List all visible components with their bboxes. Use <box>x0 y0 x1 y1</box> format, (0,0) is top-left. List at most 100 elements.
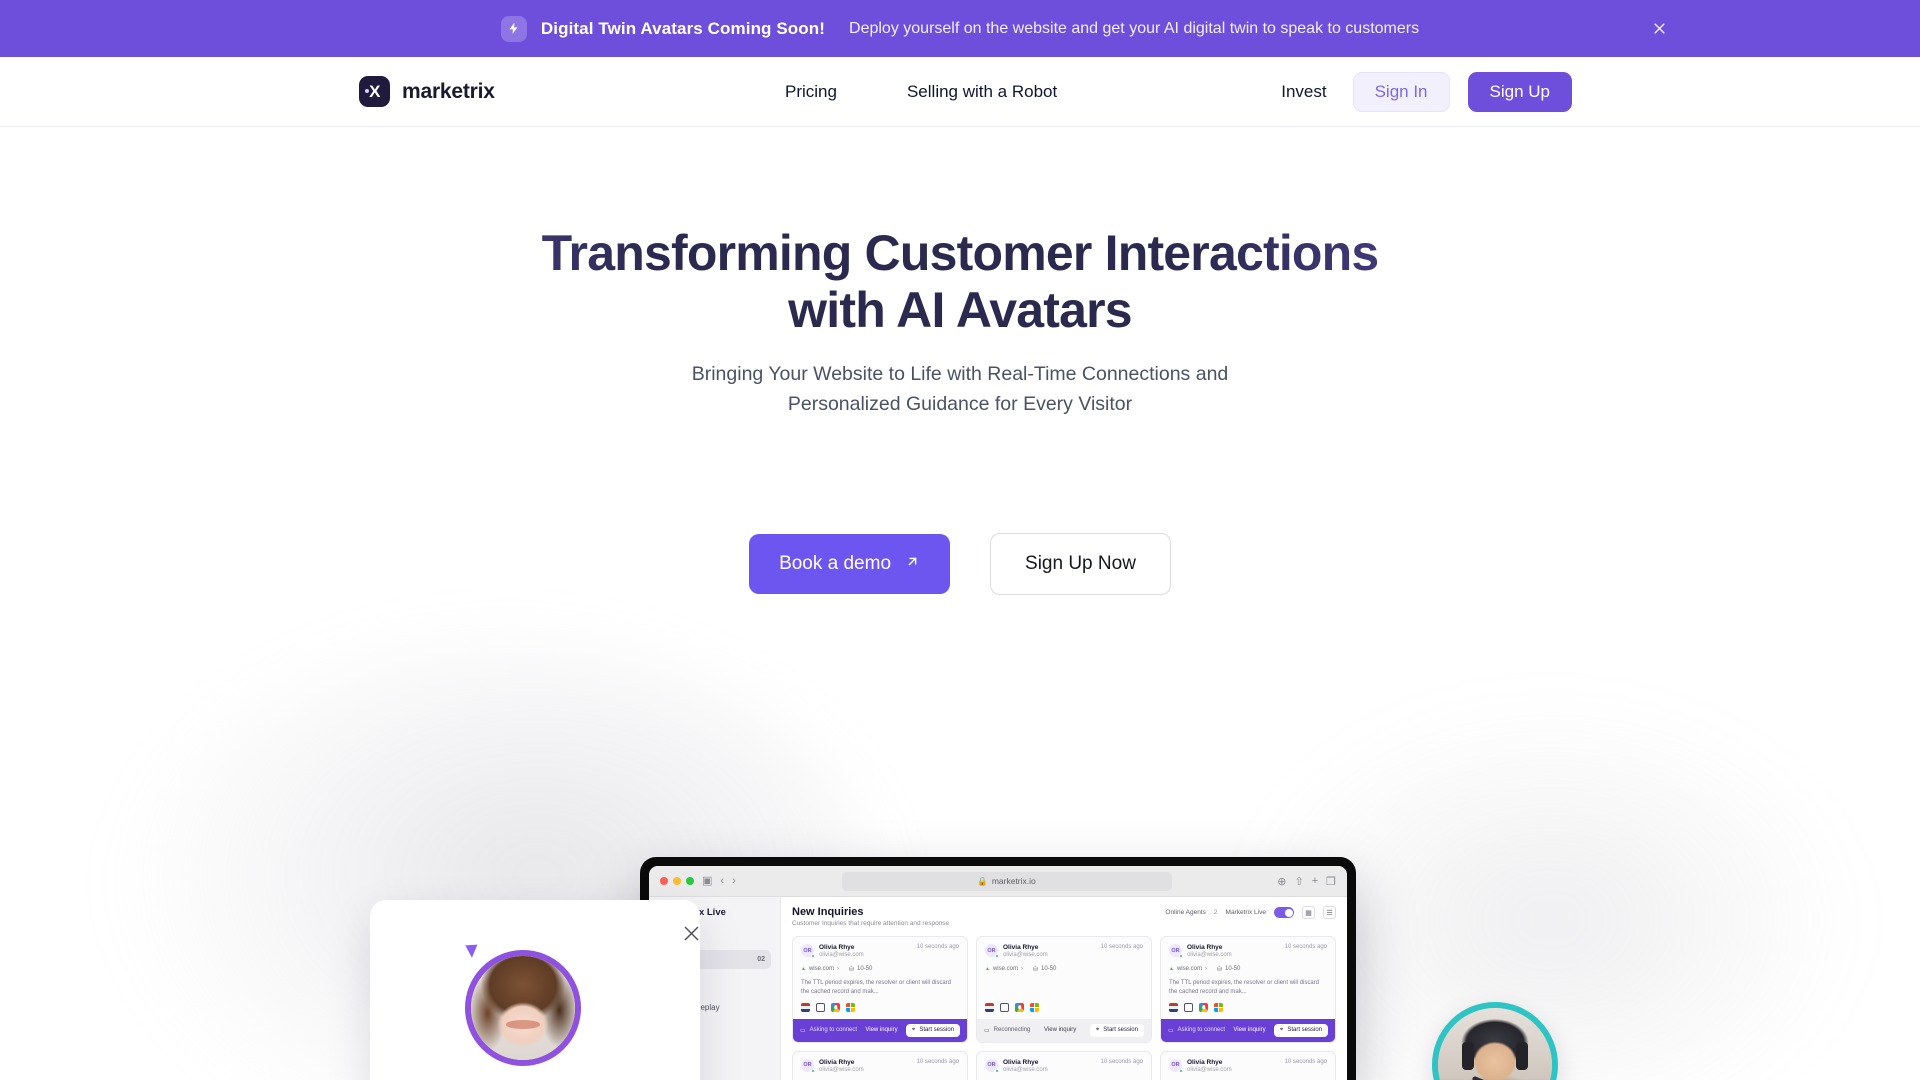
avatar: OR <box>801 1058 815 1073</box>
start-session-button[interactable]: ⌖ Start session <box>905 1023 960 1037</box>
ai-avatar-widget[interactable] <box>370 900 700 1080</box>
inquiry-card-domain: ▲ wise.com › <box>985 966 1023 973</box>
nav-item-selling-with-a-robot[interactable]: Selling with a Robot <box>907 82 1057 102</box>
sidebar-item-incoming-badge: 02 <box>757 956 765 963</box>
monitor-icon <box>1000 1002 1009 1012</box>
app-main-header: New Inquiries Customer Inquiries that re… <box>792 906 1336 927</box>
inquiry-card-identity: Olivia Rhye olivia@wise.com <box>1187 1059 1232 1075</box>
inquiry-card-name: Olivia Rhye <box>1003 1058 1039 1066</box>
start-session-label: Start session <box>1103 1027 1138 1034</box>
sidebar-icon[interactable]: ▣ <box>702 875 712 887</box>
inquiry-card-name: Olivia Rhye <box>819 944 855 951</box>
view-inquiry-button[interactable]: View inquiry <box>1044 1027 1076 1033</box>
inquiry-card-status: ▭ Asking to connect <box>1168 1027 1225 1034</box>
hero-title-line1: Transforming Customer Interactions <box>541 225 1379 281</box>
logo-dot <box>365 89 369 93</box>
view-inquiry-button[interactable]: View inquiry <box>865 1027 897 1033</box>
inquiry-card-icons <box>985 1002 1143 1012</box>
hero-visual: ▣ ‹ › 🔒 marketrix.io ⊕ ⇧ + ❐ Live 02 Rep… <box>0 690 1920 1080</box>
inquiry-card[interactable]: OR Olivia Rhye olivia@wise.com 10 second… <box>976 1050 1152 1080</box>
book-a-demo-button[interactable]: Book a demo <box>749 534 951 594</box>
monitor-icon <box>1184 1002 1193 1012</box>
inquiry-card-email: olivia@wise.com <box>1003 1067 1048 1074</box>
hero-title-line2: with AI Avatars <box>788 282 1132 338</box>
view-inquiry-button[interactable]: View inquiry <box>1233 1027 1265 1033</box>
headset-right-cup-icon <box>1515 1042 1529 1070</box>
inquiry-card-grid: OR Olivia Rhye olivia@wise.com 10 second… <box>792 936 1336 1080</box>
online-agents-count: 2 <box>1213 909 1218 916</box>
inquiry-card[interactable]: OR Olivia Rhye olivia@wise.com 10 second… <box>976 936 1152 1043</box>
sign-up-now-button[interactable]: Sign Up Now <box>990 533 1171 595</box>
grid-icon[interactable]: ▦ <box>1302 906 1315 919</box>
support-agent-avatar[interactable] <box>1432 1002 1558 1080</box>
close-icon[interactable] <box>680 922 702 944</box>
browser-toolbar-actions: ⊕ ⇧ + ❐ <box>1277 875 1336 888</box>
inquiry-card-actions: ▭ Asking to connect View inquiry ⌖ Start… <box>1161 1018 1335 1042</box>
inquiry-card-description <box>985 979 1143 997</box>
inquiry-card-size-label: 10-50 <box>1225 966 1241 973</box>
hero-subtitle-line2: Personalized Guidance for Every Visitor <box>787 393 1133 415</box>
headset-icon: ⌖ <box>1095 1026 1100 1033</box>
inquiry-card-status-label: Reconnecting <box>993 1027 1031 1034</box>
minimize-window-icon[interactable] <box>673 877 681 885</box>
traffic-lights[interactable] <box>660 877 694 885</box>
inquiry-card-identity: Olivia Rhye olivia@wise.com <box>1187 944 1232 960</box>
inquiry-card[interactable]: OR Olivia Rhye olivia@wise.com 10 second… <box>792 1050 968 1080</box>
ai-avatar-face <box>471 956 575 1060</box>
inquiry-card-actions: ▭ Asking to connect View inquiry ⌖ Start… <box>793 1018 967 1042</box>
chevron-left-icon[interactable]: ‹ <box>720 875 724 887</box>
inquiry-card-time: 10 seconds ago <box>1284 1058 1327 1065</box>
lightning-bolt-icon <box>500 15 527 42</box>
inquiry-card-status: ▭ Asking to connect <box>800 1027 857 1034</box>
inquiry-card[interactable]: OR Olivia Rhye olivia@wise.com 10 second… <box>1160 936 1336 1043</box>
sign-in-button[interactable]: Sign In <box>1352 71 1450 112</box>
sign-up-button[interactable]: Sign Up <box>1467 71 1572 112</box>
inquiry-card-status-label: Asking to connect <box>809 1027 858 1034</box>
logo[interactable]: X marketrix <box>359 76 495 107</box>
inquiry-card-size: ⛁ 10-50 <box>1217 966 1240 973</box>
close-icon[interactable] <box>1646 16 1672 42</box>
marketrix-live-toggle[interactable] <box>1274 907 1294 918</box>
start-session-button[interactable]: ⌖ Start session <box>1273 1023 1328 1037</box>
close-window-icon[interactable] <box>660 877 668 885</box>
nav-item-invest[interactable]: Invest <box>1281 82 1326 102</box>
avatar-initials: OR <box>803 1062 812 1069</box>
list-icon[interactable]: ☰ <box>1323 906 1336 919</box>
inquiry-card-user: OR Olivia Rhye olivia@wise.com <box>1169 944 1232 960</box>
arrow-up-right-icon <box>905 553 920 575</box>
people-icon: ⛁ <box>1032 966 1038 973</box>
inquiry-card-identity: Olivia Rhye olivia@wise.com <box>1003 1059 1048 1075</box>
address-bar-url: marketrix.io <box>991 876 1036 886</box>
flag-icon <box>985 1002 994 1012</box>
inquiry-card[interactable]: OR Olivia Rhye olivia@wise.com 10 second… <box>792 936 968 1043</box>
upload-icon[interactable]: ⇧ <box>1294 875 1303 888</box>
banner-headline: Digital Twin Avatars Coming Soon! <box>540 18 826 38</box>
zoom-window-icon[interactable] <box>686 877 694 885</box>
lock-icon: 🔒 <box>977 875 988 886</box>
copy-icon[interactable]: ❐ <box>1326 875 1336 888</box>
inquiry-card-identity: Olivia Rhye olivia@wise.com <box>819 944 864 960</box>
headset-left-cup-icon <box>1461 1042 1475 1070</box>
headset-icon: ⌖ <box>1279 1026 1284 1033</box>
app-main-subtitle: Customer Inquiries that require attentio… <box>792 920 950 927</box>
page-title: Transforming Customer Interactions with … <box>0 225 1920 339</box>
start-session-button[interactable]: ⌖ Start session <box>1089 1023 1144 1037</box>
inquiry-card-top: OR Olivia Rhye olivia@wise.com 10 second… <box>985 944 1143 960</box>
support-agent-face <box>1438 1008 1552 1080</box>
plus-icon[interactable]: + <box>1312 875 1318 888</box>
nav-item-pricing[interactable]: Pricing <box>785 82 837 102</box>
chrome-icon <box>1015 1002 1024 1012</box>
start-session-label: Start session <box>919 1027 954 1034</box>
address-bar[interactable]: 🔒 marketrix.io <box>841 871 1172 891</box>
headset-icon: ⌖ <box>911 1026 916 1033</box>
site-header: X marketrix Pricing Selling with a Robot… <box>0 57 1920 127</box>
inquiry-card-email: olivia@wise.com <box>1003 952 1048 959</box>
laptop-mockup: ▣ ‹ › 🔒 marketrix.io ⊕ ⇧ + ❐ Live 02 Rep… <box>640 857 1356 1080</box>
avatar-initials: OR <box>1171 947 1180 954</box>
chevron-right-icon[interactable]: › <box>732 875 736 887</box>
inquiry-card-size-label: 10-50 <box>857 966 873 973</box>
people-icon: ⛁ <box>1216 966 1222 973</box>
inquiry-card-domain-label: wise.com <box>1176 966 1202 973</box>
inquiry-card[interactable]: OR Olivia Rhye olivia@wise.com 10 second… <box>1160 1050 1336 1080</box>
share-icon[interactable]: ⊕ <box>1277 875 1286 888</box>
